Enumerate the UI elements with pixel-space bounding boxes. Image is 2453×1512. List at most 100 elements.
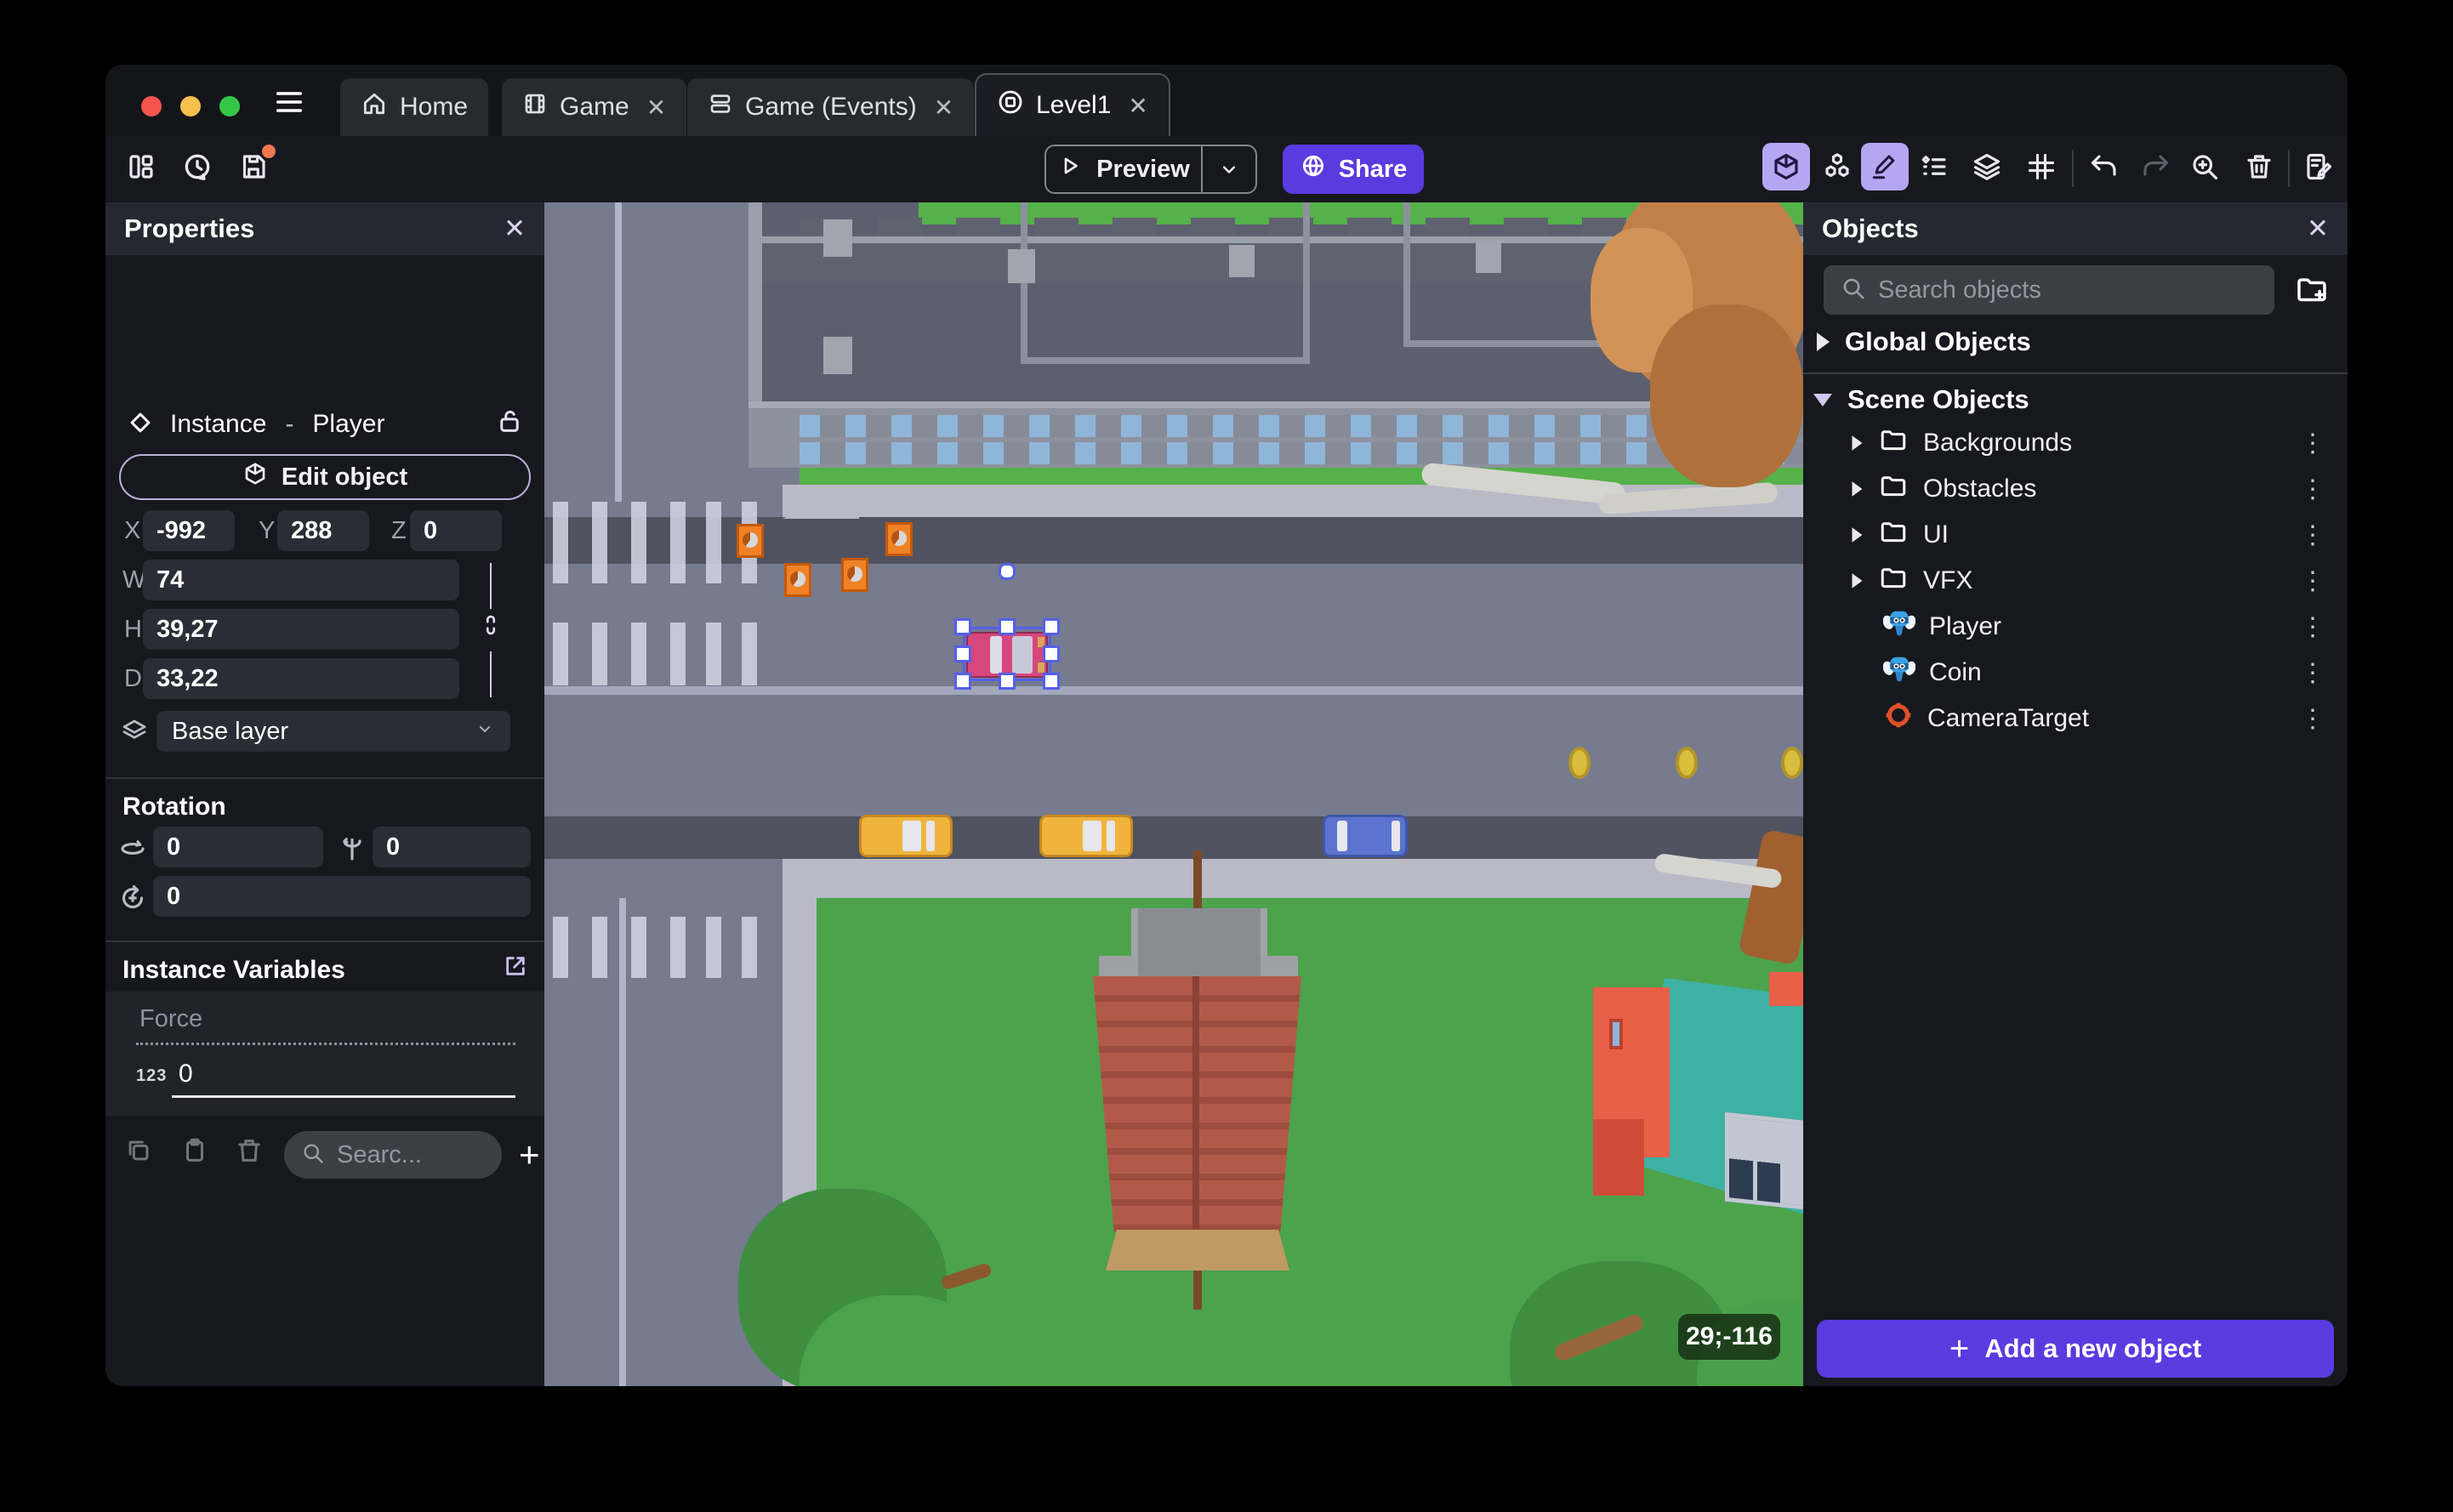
close-icon[interactable]: ✕ bbox=[504, 213, 526, 244]
zoom-in-icon[interactable] bbox=[2181, 143, 2228, 190]
resize-handle-se[interactable] bbox=[1043, 673, 1060, 690]
z-field[interactable] bbox=[410, 510, 502, 551]
d-field[interactable] bbox=[143, 658, 459, 699]
tab-game[interactable]: Game ✕ bbox=[502, 78, 687, 136]
rotation-z-field[interactable] bbox=[153, 876, 531, 917]
objects-blocks-icon[interactable] bbox=[1813, 143, 1861, 190]
variables-search-input[interactable] bbox=[337, 1140, 485, 1169]
edit-tool-toggle[interactable] bbox=[1861, 143, 1909, 190]
resize-handle-e[interactable] bbox=[1043, 645, 1060, 662]
crate-instance[interactable] bbox=[737, 524, 764, 558]
close-icon[interactable]: ✕ bbox=[2307, 213, 2329, 244]
kebab-menu-icon[interactable]: ⋮ bbox=[2300, 566, 2325, 596]
window-zoom-button[interactable] bbox=[219, 96, 240, 117]
panels-layout-icon[interactable] bbox=[117, 143, 165, 190]
kebab-menu-icon[interactable]: ⋮ bbox=[2300, 475, 2325, 504]
tab-home[interactable]: Home bbox=[340, 78, 489, 136]
preview-dropdown-button[interactable] bbox=[1201, 146, 1255, 192]
scene-canvas[interactable]: 29;-116 bbox=[544, 202, 1803, 1386]
crate-instance[interactable] bbox=[885, 522, 913, 556]
tab-game-events[interactable]: Game (Events) ✕ bbox=[687, 78, 975, 136]
resize-handle-sw[interactable] bbox=[954, 673, 971, 690]
undo-button[interactable] bbox=[2080, 143, 2128, 190]
rotate-handle[interactable] bbox=[999, 563, 1016, 580]
crosswalk-bar bbox=[553, 622, 568, 685]
delete-button[interactable] bbox=[2235, 143, 2283, 190]
rotation-x-field[interactable] bbox=[153, 827, 323, 867]
kebab-menu-icon[interactable]: ⋮ bbox=[2300, 658, 2325, 688]
hamburger-menu-icon[interactable] bbox=[272, 85, 306, 123]
x-field[interactable] bbox=[143, 510, 235, 551]
window-minimize-button[interactable] bbox=[180, 96, 201, 117]
add-variable-button[interactable]: + bbox=[519, 1134, 540, 1175]
variable-value[interactable]: 0 bbox=[179, 1060, 193, 1089]
house-chimney bbox=[1769, 972, 1803, 1006]
share-button[interactable]: Share bbox=[1283, 145, 1424, 194]
orange-tree-instance[interactable] bbox=[1650, 304, 1803, 487]
folder-row-vfx[interactable]: VFX ⋮ bbox=[1803, 558, 2348, 604]
close-icon[interactable]: ✕ bbox=[1128, 92, 1147, 120]
resize-handle-w[interactable] bbox=[954, 645, 971, 662]
link-chain-icon[interactable] bbox=[478, 612, 504, 642]
open-external-icon[interactable] bbox=[502, 952, 529, 984]
kebab-menu-icon[interactable]: ⋮ bbox=[2300, 429, 2325, 458]
close-icon[interactable]: ✕ bbox=[934, 94, 953, 122]
instances-list-icon[interactable] bbox=[1910, 143, 1958, 190]
resize-handle-s[interactable] bbox=[999, 673, 1016, 690]
coin-instance[interactable] bbox=[1781, 747, 1803, 779]
paste-icon[interactable] bbox=[180, 1136, 209, 1169]
objects-search-input[interactable] bbox=[1878, 276, 2257, 304]
resize-handle-n[interactable] bbox=[999, 618, 1016, 635]
layer-select[interactable]: Base layer bbox=[157, 711, 510, 752]
edit-object-button[interactable]: Edit object bbox=[119, 454, 531, 500]
history-icon[interactable] bbox=[174, 143, 221, 190]
object-row-cameratarget[interactable]: CameraTarget ⋮ bbox=[1803, 696, 2348, 742]
yellow-car-instance[interactable] bbox=[859, 815, 953, 857]
window-close-button[interactable] bbox=[141, 96, 162, 117]
object-row-coin[interactable]: Coin ⋮ bbox=[1803, 650, 2348, 696]
redo-button[interactable] bbox=[2131, 143, 2179, 190]
h-field[interactable] bbox=[143, 609, 459, 650]
trash-icon[interactable] bbox=[235, 1136, 264, 1169]
folder-row-obstacles[interactable]: Obstacles ⋮ bbox=[1803, 466, 2348, 512]
scene-properties-icon[interactable] bbox=[2295, 143, 2342, 190]
kebab-menu-icon[interactable]: ⋮ bbox=[2300, 612, 2325, 642]
folder-row-backgrounds[interactable]: Backgrounds ⋮ bbox=[1803, 420, 2348, 466]
copy-icon[interactable] bbox=[124, 1136, 153, 1169]
preview-button[interactable]: Preview bbox=[1044, 145, 1257, 194]
kebab-menu-icon[interactable]: ⋮ bbox=[2300, 704, 2325, 734]
resize-handle-nw[interactable] bbox=[954, 618, 971, 635]
add-folder-icon[interactable] bbox=[2295, 272, 2329, 310]
add-new-object-button[interactable]: + Add a new object bbox=[1817, 1320, 2334, 1378]
tab-level1[interactable]: Level1 ✕ bbox=[975, 73, 1170, 136]
rotation-y-field[interactable] bbox=[373, 827, 531, 867]
global-objects-group[interactable]: Global Objects bbox=[1817, 327, 2031, 357]
grid-icon[interactable] bbox=[2018, 143, 2065, 190]
tower-cap[interactable] bbox=[1131, 908, 1267, 980]
unlock-icon[interactable] bbox=[495, 406, 524, 440]
objects-search[interactable] bbox=[1824, 265, 2274, 315]
variable-name[interactable]: Force bbox=[139, 1005, 202, 1033]
folder-icon bbox=[1879, 563, 1908, 599]
crate-instance[interactable] bbox=[784, 563, 811, 597]
kebab-menu-icon[interactable]: ⋮ bbox=[2300, 520, 2325, 550]
folder-row-ui[interactable]: UI ⋮ bbox=[1803, 512, 2348, 558]
w-field[interactable] bbox=[143, 560, 459, 600]
layers-icon[interactable] bbox=[1963, 143, 2011, 190]
object-row-player[interactable]: Player ⋮ bbox=[1803, 604, 2348, 650]
view-3d-toggle[interactable] bbox=[1762, 143, 1810, 190]
player-car-instance[interactable] bbox=[966, 628, 1048, 678]
crate-instance[interactable] bbox=[841, 558, 868, 592]
save-icon[interactable] bbox=[230, 143, 277, 190]
resize-handle-ne[interactable] bbox=[1043, 618, 1060, 635]
yellow-car-instance[interactable] bbox=[1039, 815, 1133, 857]
rotate-x-icon bbox=[117, 833, 148, 868]
link-line bbox=[490, 563, 492, 609]
blue-car-instance[interactable] bbox=[1323, 815, 1408, 857]
y-field[interactable] bbox=[277, 510, 369, 551]
variables-search[interactable] bbox=[284, 1131, 502, 1179]
coin-instance[interactable] bbox=[1676, 747, 1698, 779]
scene-objects-group[interactable]: Scene Objects bbox=[1813, 384, 2029, 415]
close-icon[interactable]: ✕ bbox=[646, 94, 666, 122]
coin-instance[interactable] bbox=[1568, 747, 1591, 779]
